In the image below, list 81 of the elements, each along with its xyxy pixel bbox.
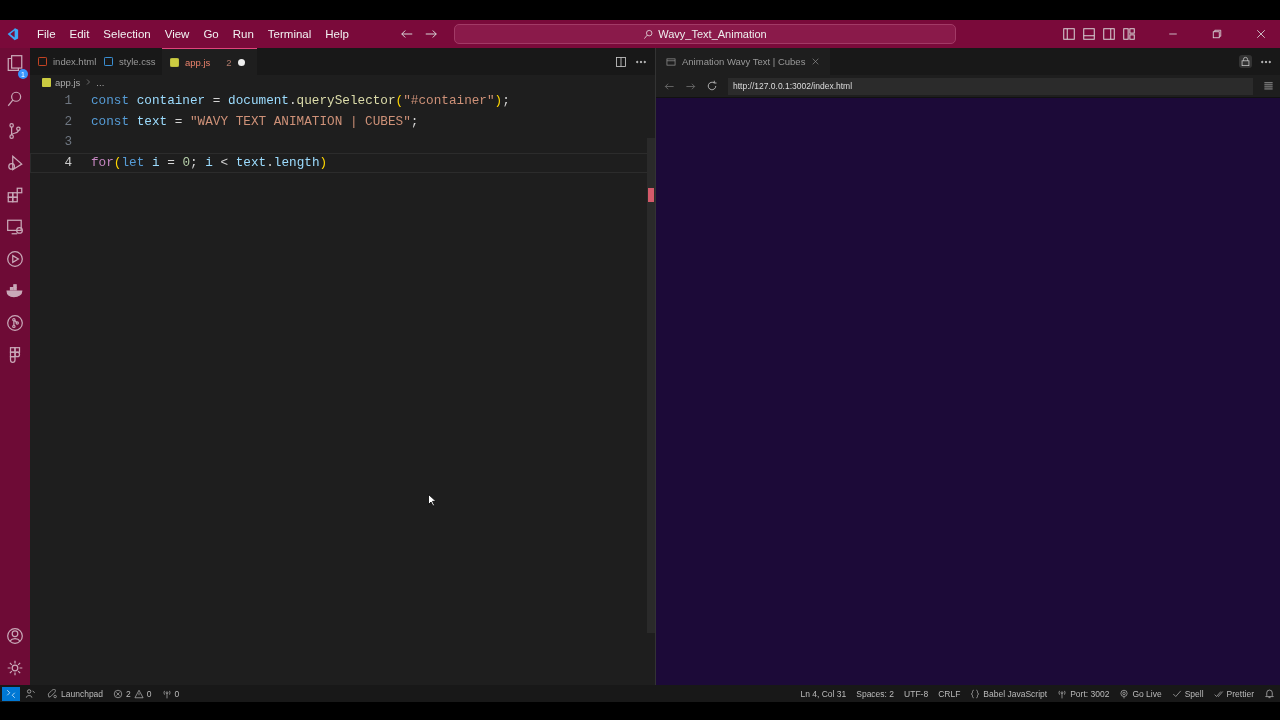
browser-tab[interactable]: Animation Wavy Text | Cubes — [656, 48, 831, 75]
git-graph-icon[interactable] — [6, 314, 24, 332]
menu-item[interactable]: Help — [318, 28, 356, 40]
problems-status[interactable]: 2 0 — [108, 688, 157, 699]
url-field[interactable]: http://127.0.0.1:3002/index.html — [728, 77, 1253, 95]
monitor-icon[interactable] — [6, 218, 24, 236]
js-file-icon — [42, 77, 51, 87]
warning-icon — [133, 688, 144, 699]
status-item[interactable]: UTF-8 — [899, 688, 934, 699]
status-item[interactable]: Ln 4, Col 31 — [795, 688, 852, 699]
run-debug-icon[interactable] — [6, 154, 24, 172]
restore-icon[interactable] — [1211, 28, 1223, 40]
code-line: const text = "WAVY TEXT ANIMATION | CUBES"; — [91, 112, 419, 131]
whale-icon[interactable] — [6, 282, 24, 300]
breadcrumb[interactable]: app.js — [55, 76, 81, 88]
editor-tab[interactable]: app.js 2 — [162, 48, 257, 75]
menu-item[interactable]: Edit — [62, 28, 97, 40]
braces-icon — [970, 688, 981, 699]
forward-arrow-icon[interactable] — [685, 80, 696, 92]
status-item[interactable]: 0 — [156, 688, 185, 699]
split-editor-icon[interactable] — [615, 55, 627, 68]
source-control-icon[interactable] — [6, 122, 24, 140]
line-number: 3 — [63, 133, 73, 152]
close-icon[interactable] — [1255, 28, 1267, 40]
vscode-logo-icon — [5, 27, 19, 41]
status-item[interactable]: Spaces: 2 — [851, 688, 900, 699]
accounts-icon[interactable] — [25, 688, 36, 699]
secondary-sidebar-icon[interactable] — [1102, 27, 1116, 41]
menu-item[interactable]: Run — [225, 28, 261, 40]
account-icon[interactable] — [6, 627, 24, 645]
code-line: const container = document.querySelector("#container"); — [91, 92, 510, 110]
settings-icon[interactable] — [6, 659, 24, 677]
layout-icon[interactable] — [1122, 27, 1136, 41]
menu-item[interactable]: Go — [196, 28, 226, 40]
status-item[interactable]: Spell — [1166, 688, 1209, 699]
scrollbar[interactable] — [647, 138, 655, 633]
search-icon[interactable] — [6, 90, 24, 108]
check-icon — [1171, 688, 1182, 699]
forward-arrow-icon[interactable] — [423, 27, 438, 41]
status-item[interactable]: CRLF — [933, 688, 966, 699]
breadcrumb[interactable]: ... — [96, 76, 105, 88]
panel-toggle-icon[interactable] — [1082, 27, 1096, 41]
line-number: 1 — [63, 92, 73, 110]
menu-item[interactable]: Terminal — [260, 28, 319, 40]
extensions-icon[interactable] — [6, 186, 24, 204]
browser-icon — [666, 56, 676, 67]
command-center[interactable]: Wavy_Text_Animation — [453, 24, 956, 44]
html-file-icon — [38, 57, 47, 66]
error-icon — [113, 688, 124, 699]
reload-icon[interactable] — [706, 80, 718, 92]
remote-icon — [6, 688, 16, 699]
close-icon[interactable] — [811, 57, 821, 66]
js-file-icon — [170, 57, 179, 67]
lock-icon[interactable] — [1240, 56, 1251, 67]
status-item[interactable]: Prettier — [1208, 688, 1259, 699]
back-arrow-icon[interactable] — [664, 80, 675, 92]
bell-icon[interactable] — [1264, 688, 1275, 699]
antenna-icon — [1057, 688, 1068, 699]
chevron-icon — [84, 78, 93, 86]
menu-icon[interactable] — [1263, 80, 1274, 91]
code-line: for(let i = 0; i < text.length) — [91, 153, 328, 172]
line-number: 4 — [63, 153, 73, 172]
double-check-icon — [1213, 688, 1224, 699]
line-number: 2 — [63, 112, 73, 131]
menu-item[interactable]: File — [30, 28, 63, 40]
status-item[interactable]: Port: 3002 — [1052, 688, 1115, 699]
menu-item[interactable]: Selection — [96, 28, 158, 40]
search-icon — [643, 28, 655, 40]
remote-button[interactable] — [2, 686, 20, 701]
back-arrow-icon[interactable] — [399, 27, 414, 41]
menu-item[interactable]: View — [157, 28, 197, 40]
sidebar-toggle-icon[interactable] — [1062, 27, 1076, 41]
css-file-icon — [104, 57, 113, 66]
mouse-pointer-icon — [428, 494, 436, 507]
files-icon[interactable] — [6, 54, 24, 72]
play-circle-icon[interactable] — [6, 250, 24, 268]
status-item[interactable]: Launchpad — [41, 688, 109, 699]
antenna-icon — [161, 688, 172, 699]
status-item[interactable]: Babel JavaScript — [965, 688, 1053, 699]
status-item[interactable]: Go Live — [1114, 688, 1167, 699]
broadcast-icon — [1119, 688, 1130, 699]
